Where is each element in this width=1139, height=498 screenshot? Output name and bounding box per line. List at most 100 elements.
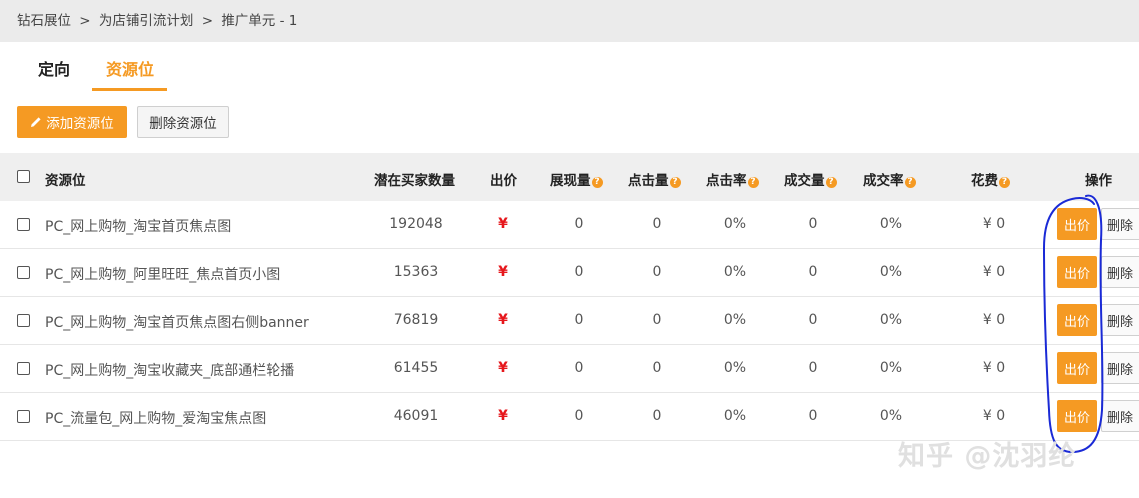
bid-button[interactable]: 出价 [1057, 304, 1097, 336]
cell-buyers: 46091 [393, 408, 439, 424]
header-impressions: 展现量? [550, 169, 603, 189]
header-buyers: 潜在买家数量 [374, 173, 455, 189]
cell-clicks: 0 [652, 264, 662, 280]
breadcrumb-separator: > [79, 13, 91, 29]
header-conversion: 成交率? [863, 169, 916, 189]
table-header: 资源位 潜在买家数量 出价 展现量? 点击量? 点击率? 成交量? 成交率? 花… [0, 153, 1139, 201]
delete-button[interactable]: 删除 [1101, 256, 1139, 288]
cell-buyers: 61455 [393, 360, 439, 376]
help-icon[interactable]: ? [747, 177, 759, 188]
cell-impressions: 0 [574, 312, 584, 328]
cell-ctr: 0% [723, 264, 747, 280]
header-clicks-label: 点击量 [628, 173, 669, 189]
help-icon[interactable]: ? [999, 177, 1010, 188]
cell-resource-name: PC_网上购物_阿里旺旺_焦点首页小图 [45, 267, 281, 283]
cell-ctr: 0% [723, 216, 747, 232]
yen-icon[interactable]: ¥ [498, 408, 508, 424]
cell-clicks: 0 [652, 408, 662, 424]
delete-button[interactable]: 删除 [1101, 352, 1139, 384]
add-resource-button[interactable]: 添加资源位 [17, 106, 127, 138]
cell-resource-name: PC_流量包_网上购物_爱淘宝焦点图 [45, 411, 267, 427]
yen-icon[interactable]: ¥ [498, 312, 508, 328]
row-checkbox[interactable] [17, 362, 30, 375]
cell-cost: ¥ 0 [982, 408, 1006, 424]
delete-button-label: 删除 [1107, 410, 1134, 426]
yen-icon[interactable]: ¥ [498, 264, 508, 280]
bid-button[interactable]: 出价 [1057, 352, 1097, 384]
row-checkbox[interactable] [17, 314, 30, 327]
tab-bar: 定向 资源位 [0, 42, 1139, 91]
row-checkbox[interactable] [17, 218, 30, 231]
cell-conversion: 0% [879, 312, 903, 328]
breadcrumb-item-plan[interactable]: 为店铺引流计划 [99, 9, 194, 29]
cell-impressions: 0 [574, 264, 584, 280]
delete-button-label: 删除 [1107, 314, 1134, 330]
yen-icon[interactable]: ¥ [498, 216, 508, 232]
bid-button-label: 出价 [1063, 362, 1090, 378]
breadcrumb-separator: > [201, 13, 214, 29]
help-icon[interactable]: ? [669, 177, 681, 188]
cell-conversion: 0% [879, 216, 903, 232]
help-icon[interactable]: ? [904, 177, 916, 188]
delete-resource-label: 删除资源位 [149, 116, 217, 132]
yen-icon[interactable]: ¥ [498, 360, 508, 376]
header-ctr-label: 点击率 [706, 173, 747, 189]
delete-button-label: 删除 [1107, 218, 1134, 234]
breadcrumb: 钻石展位 > 为店铺引流计划 > 推广单元 - 1 [0, 0, 1139, 42]
delete-button[interactable]: 删除 [1101, 208, 1139, 240]
breadcrumb-item-campaign-type[interactable]: 钻石展位 [17, 9, 71, 29]
header-deals-label: 成交量 [784, 173, 825, 189]
cell-deals: 0 [808, 216, 818, 232]
delete-button-label: 删除 [1107, 362, 1134, 378]
tab-resource[interactable]: 资源位 [106, 56, 154, 80]
cell-clicks: 0 [652, 216, 662, 232]
delete-resource-button[interactable]: 删除资源位 [137, 106, 229, 138]
help-icon[interactable]: ? [591, 177, 603, 188]
cell-resource-name: PC_网上购物_淘宝首页焦点图右侧banner [45, 315, 309, 331]
cell-deals: 0 [808, 360, 818, 376]
active-tab-indicator [92, 88, 167, 91]
add-resource-label: 添加资源位 [46, 116, 114, 132]
bid-button-label: 出价 [1063, 266, 1090, 282]
cell-deals: 0 [808, 408, 818, 424]
table-row: PC_网上购物_淘宝首页焦点图 192048 0 0 0% 0 0% ¥ 0 ¥ 出价 删除 [0, 201, 1139, 249]
cell-cost: ¥ 0 [982, 312, 1006, 328]
table-row: PC_网上购物_淘宝首页焦点图右侧banner 76819 0 0 0% 0 0% ¥ 0 ¥ 出… [0, 297, 1139, 345]
cell-buyers: 76819 [393, 312, 439, 328]
row-checkbox[interactable] [17, 266, 30, 279]
header-cost: 花费? [971, 169, 1010, 189]
table-row: PC_网上购物_阿里旺旺_焦点首页小图 15363 0 0 0% 0 0% ¥ 0 ¥ 出价 删除 [0, 249, 1139, 297]
cell-cost: ¥ 0 [982, 360, 1006, 376]
cell-ctr: 0% [723, 312, 747, 328]
cell-ctr: 0% [723, 408, 747, 424]
cell-ctr: 0% [723, 360, 747, 376]
tab-targeting[interactable]: 定向 [38, 56, 70, 80]
delete-button[interactable]: 删除 [1101, 304, 1139, 336]
cell-buyers: 192048 [389, 216, 443, 232]
delete-button[interactable]: 删除 [1101, 400, 1139, 432]
pencil-icon [31, 117, 41, 127]
page: 钻石展位 > 为店铺引流计划 > 推广单元 - 1 定向 资源位 添加资源位 删… [0, 0, 1139, 498]
bid-button[interactable]: 出价 [1057, 208, 1097, 240]
header-cost-label: 花费 [971, 173, 998, 189]
row-checkbox[interactable] [17, 410, 30, 423]
header-deals: 成交量? [784, 169, 837, 189]
cell-conversion: 0% [879, 264, 903, 280]
help-icon[interactable]: ? [825, 177, 837, 188]
cell-cost: ¥ 0 [982, 264, 1006, 280]
header-resource: 资源位 [45, 173, 86, 189]
cell-deals: 0 [808, 264, 818, 280]
bid-button[interactable]: 出价 [1057, 256, 1097, 288]
select-all-checkbox[interactable] [17, 170, 30, 183]
cell-resource-name: PC_网上购物_淘宝首页焦点图 [45, 219, 232, 235]
cell-impressions: 0 [574, 408, 584, 424]
header-ctr: 点击率? [706, 169, 759, 189]
table-row: PC_网上购物_淘宝收藏夹_底部通栏轮播 61455 0 0 0% 0 0% ¥ 0 ¥ 出价 删除 [0, 345, 1139, 393]
bid-button[interactable]: 出价 [1057, 400, 1097, 432]
bid-button-label: 出价 [1063, 410, 1090, 426]
cell-clicks: 0 [652, 312, 662, 328]
delete-button-label: 删除 [1107, 266, 1134, 282]
cell-deals: 0 [808, 312, 818, 328]
bid-button-label: 出价 [1063, 218, 1090, 234]
header-conversion-label: 成交率 [863, 173, 904, 189]
